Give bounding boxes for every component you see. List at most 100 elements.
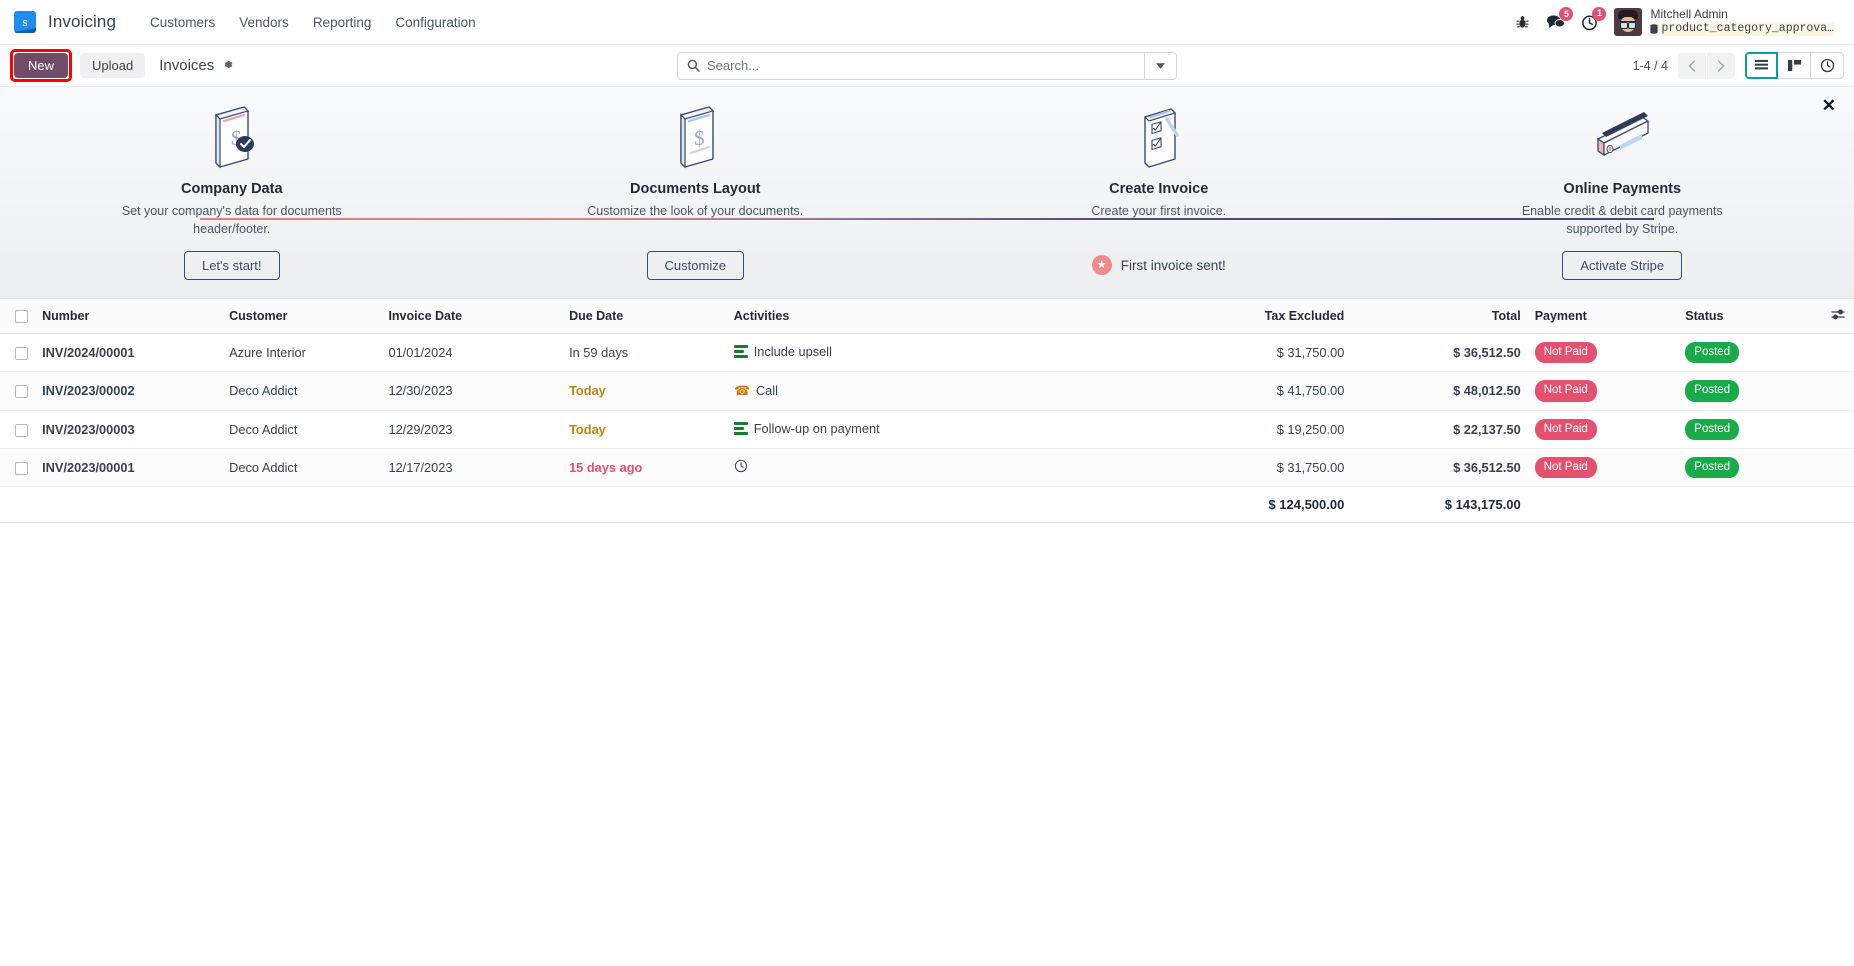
cell-number[interactable]: INV/2023/00002 <box>36 371 224 411</box>
cell-invoice-date[interactable]: 12/29/2023 <box>382 410 564 449</box>
menu-item-customers[interactable]: Customers <box>138 9 227 36</box>
cell-activity[interactable]: Follow-up on payment <box>727 410 1111 449</box>
cell-tax-excluded[interactable]: $ 31,750.00 <box>1110 448 1351 488</box>
column-header-total[interactable]: Total <box>1350 299 1527 334</box>
new-button[interactable]: New <box>14 53 69 78</box>
cell-due-date[interactable]: 15 days ago <box>563 448 728 488</box>
bug-icon[interactable] <box>1515 15 1530 30</box>
search-input[interactable] <box>707 52 1144 79</box>
app-title[interactable]: Invoicing <box>48 12 116 32</box>
table-row[interactable]: INV/2024/00001 Azure Interior 01/01/2024… <box>0 333 1854 373</box>
clock-icon[interactable] <box>734 459 748 476</box>
due-date-value: Today <box>569 421 606 437</box>
menu-item-vendors[interactable]: Vendors <box>227 9 301 36</box>
cell-invoice-date[interactable]: 12/17/2023 <box>382 448 564 488</box>
cell-status[interactable]: Posted <box>1673 333 1823 373</box>
row-checkbox[interactable] <box>14 423 28 437</box>
cell-number[interactable]: INV/2023/00003 <box>36 410 224 449</box>
search-dropdown-toggle[interactable] <box>1144 52 1176 79</box>
column-header-number[interactable]: Number <box>36 299 224 334</box>
optional-columns-icon[interactable] <box>1831 309 1845 324</box>
row-select-cell <box>0 371 37 411</box>
activate-stripe-button[interactable]: Activate Stripe <box>1562 250 1683 280</box>
cell-invoice-date[interactable]: 01/01/2024 <box>382 333 564 373</box>
cell-due-date[interactable]: Today <box>563 410 728 449</box>
row-checkbox[interactable] <box>14 347 28 361</box>
row-checkbox[interactable] <box>14 385 28 399</box>
menu-item-configuration[interactable]: Configuration <box>383 9 487 36</box>
activity-label: Call <box>755 383 778 399</box>
view-switcher <box>1745 52 1844 79</box>
column-header-customer[interactable]: Customer <box>223 299 383 334</box>
onboarding-step-online-payments[interactable]: Online Payments Enable credit & debit ca… <box>1391 101 1854 280</box>
view-kanban-button[interactable] <box>1778 52 1811 79</box>
table-row[interactable]: INV/2023/00001 Deco Addict 12/17/2023 15… <box>0 448 1854 488</box>
cell-payment[interactable]: Not Paid <box>1526 333 1674 373</box>
cell-customer[interactable]: Deco Addict <box>223 371 383 411</box>
cell-payment[interactable]: Not Paid <box>1526 371 1674 411</box>
view-list-button[interactable] <box>1745 52 1778 79</box>
cell-options <box>1822 410 1854 449</box>
onboarding-step-documents-layout[interactable]: $ Documents Layout Customize the look of… <box>464 101 928 280</box>
cell-customer[interactable]: Deco Addict <box>223 448 383 488</box>
cell-activity[interactable] <box>727 448 1111 488</box>
onboarding-step-company-data[interactable]: $ Company Data Set your company's data f… <box>0 101 464 280</box>
cell-options <box>1822 333 1854 373</box>
cell-tax-excluded[interactable]: $ 31,750.00 <box>1110 333 1351 373</box>
column-header-due-date[interactable]: Due Date <box>563 299 728 334</box>
cell-customer[interactable]: Deco Addict <box>223 410 383 449</box>
cell-customer[interactable]: Azure Interior <box>223 333 383 373</box>
user-menu[interactable]: Mitchell Admin product_category_approva… <box>1614 8 1834 36</box>
search-bar[interactable] <box>677 51 1177 80</box>
activities-clock-icon[interactable]: 1 <box>1581 6 1607 31</box>
cell-number[interactable]: INV/2024/00001 <box>36 333 224 373</box>
cell-number[interactable]: INV/2023/00001 <box>36 448 224 488</box>
customize-button[interactable]: Customize <box>646 250 744 280</box>
cell-status[interactable]: Posted <box>1673 371 1823 411</box>
cell-activity[interactable]: ☎ Call <box>727 371 1111 411</box>
lets-start-button[interactable]: Let's start! <box>183 250 280 280</box>
gear-icon[interactable] <box>221 58 234 74</box>
cell-payment[interactable]: Not Paid <box>1526 448 1674 488</box>
menu-item-reporting[interactable]: Reporting <box>301 9 384 36</box>
cell-due-date[interactable]: In 59 days <box>563 333 728 373</box>
select-all-checkbox[interactable] <box>14 310 28 324</box>
messages-icon[interactable]: 5 <box>1546 7 1574 30</box>
cell-tax-excluded[interactable]: $ 41,750.00 <box>1110 371 1351 411</box>
column-header-status[interactable]: Status <box>1673 299 1823 334</box>
pager-next-button[interactable] <box>1707 52 1735 79</box>
online-payments-illustration-icon <box>1582 101 1662 169</box>
cell-invoice-date[interactable]: 12/30/2023 <box>382 371 564 411</box>
new-button-highlight: New <box>10 49 73 82</box>
cell-total[interactable]: $ 22,137.50 <box>1350 410 1527 449</box>
table-row[interactable]: INV/2023/00003 Deco Addict 12/29/2023 To… <box>0 410 1854 449</box>
onboarding-step-create-invoice[interactable]: Create Invoice Create your first invoice… <box>927 101 1391 280</box>
row-select-cell <box>0 448 37 488</box>
view-activity-button[interactable] <box>1811 52 1844 79</box>
cell-total[interactable]: $ 48,012.50 <box>1350 371 1527 411</box>
cell-total[interactable]: $ 36,512.50 <box>1350 333 1527 373</box>
user-name: Mitchell Admin <box>1650 7 1728 22</box>
column-header-activities[interactable]: Activities <box>727 299 1111 334</box>
pager-previous-button[interactable] <box>1678 52 1706 79</box>
column-header-tax-excluded[interactable]: Tax Excluded <box>1110 299 1351 334</box>
cell-tax-excluded[interactable]: $ 19,250.00 <box>1110 410 1351 449</box>
app-logo-icon[interactable]: s <box>14 11 36 33</box>
table-row[interactable]: INV/2023/00002 Deco Addict 12/30/2023 To… <box>0 371 1854 411</box>
close-icon[interactable]: ✕ <box>1822 97 1836 114</box>
first-invoice-sent-status: ★ First invoice sent! <box>1091 255 1226 275</box>
cell-activity[interactable]: Include upsell <box>727 333 1111 373</box>
database-icon <box>1650 24 1659 34</box>
row-checkbox[interactable] <box>14 461 28 475</box>
table-header: Number Customer Invoice Date Due Date Ac… <box>0 299 1854 334</box>
cell-due-date[interactable]: Today <box>563 371 728 411</box>
cell-status[interactable]: Posted <box>1673 448 1823 488</box>
cell-total[interactable]: $ 36,512.50 <box>1350 448 1527 488</box>
cell-status[interactable]: Posted <box>1673 410 1823 449</box>
upload-button[interactable]: Upload <box>80 53 146 78</box>
cell-payment[interactable]: Not Paid <box>1526 410 1674 449</box>
column-header-payment[interactable]: Payment <box>1526 299 1674 334</box>
column-header-invoice-date[interactable]: Invoice Date <box>382 299 564 334</box>
avatar <box>1614 8 1643 36</box>
activities-badge: 1 <box>1592 6 1607 21</box>
